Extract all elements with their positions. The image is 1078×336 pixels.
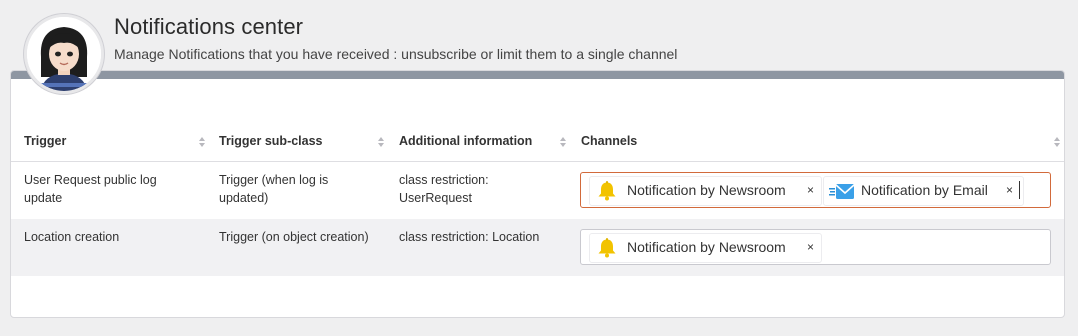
column-header-additional-information[interactable]: Additional information <box>399 121 532 161</box>
info-text: class restriction: <box>399 173 489 187</box>
page-subtitle: Manage Notifications that you have recei… <box>114 46 678 62</box>
column-header-trigger[interactable]: Trigger <box>24 121 66 161</box>
remove-tag-button[interactable]: × <box>807 240 814 254</box>
sort-icon[interactable] <box>377 136 385 148</box>
table-row: User Request public log update Trigger (… <box>11 162 1064 219</box>
additional-info-cell: class restriction: UserRequest <box>399 171 489 207</box>
channel-tag-newsroom: Notification by Newsroom × <box>589 176 822 206</box>
trigger-text: update <box>24 191 63 205</box>
envelope-icon <box>829 184 855 199</box>
info-text: UserRequest <box>399 191 472 205</box>
trigger-cell: User Request public log update <box>24 171 157 207</box>
channel-tag-label: Notification by Newsroom <box>627 239 786 255</box>
channel-tag-label: Notification by Newsroom <box>627 182 786 198</box>
channel-tag-newsroom: Notification by Newsroom × <box>589 233 822 263</box>
sort-icon[interactable] <box>559 136 567 148</box>
column-header-channels[interactable]: Channels <box>581 121 637 161</box>
channel-tag-label: Notification by Email <box>861 182 988 198</box>
text-caret <box>1019 181 1020 199</box>
subclass-text: Trigger (when log is <box>219 173 329 187</box>
page-title: Notifications center <box>114 14 304 39</box>
panel-top-bar <box>11 71 1064 79</box>
table-row: Location creation Trigger (on object cre… <box>11 219 1064 276</box>
trigger-cell: Location creation <box>24 230 120 244</box>
bell-icon <box>598 181 616 201</box>
trigger-subclass-cell: Trigger (on object creation) <box>219 230 369 244</box>
additional-info-cell: class restriction: Location <box>399 230 540 244</box>
bell-icon <box>598 238 616 258</box>
remove-tag-button[interactable]: × <box>1006 183 1013 197</box>
trigger-subclass-cell: Trigger (when log is updated) <box>219 171 328 207</box>
sort-icon[interactable] <box>1053 136 1061 148</box>
sort-icon[interactable] <box>198 136 206 148</box>
channels-multiselect[interactable]: Notification by Newsroom × Notification … <box>580 172 1051 208</box>
notifications-panel: Trigger Trigger sub-class Additional inf… <box>10 70 1065 318</box>
channels-multiselect[interactable]: Notification by Newsroom × <box>580 229 1051 265</box>
subclass-text: updated) <box>219 191 269 205</box>
trigger-text: User Request public log <box>24 173 157 187</box>
table-header: Trigger Trigger sub-class Additional inf… <box>11 121 1064 162</box>
channel-tag-email: Notification by Email × <box>823 176 1024 206</box>
remove-tag-button[interactable]: × <box>807 183 814 197</box>
column-header-trigger-subclass[interactable]: Trigger sub-class <box>219 121 323 161</box>
user-avatar <box>24 14 104 94</box>
